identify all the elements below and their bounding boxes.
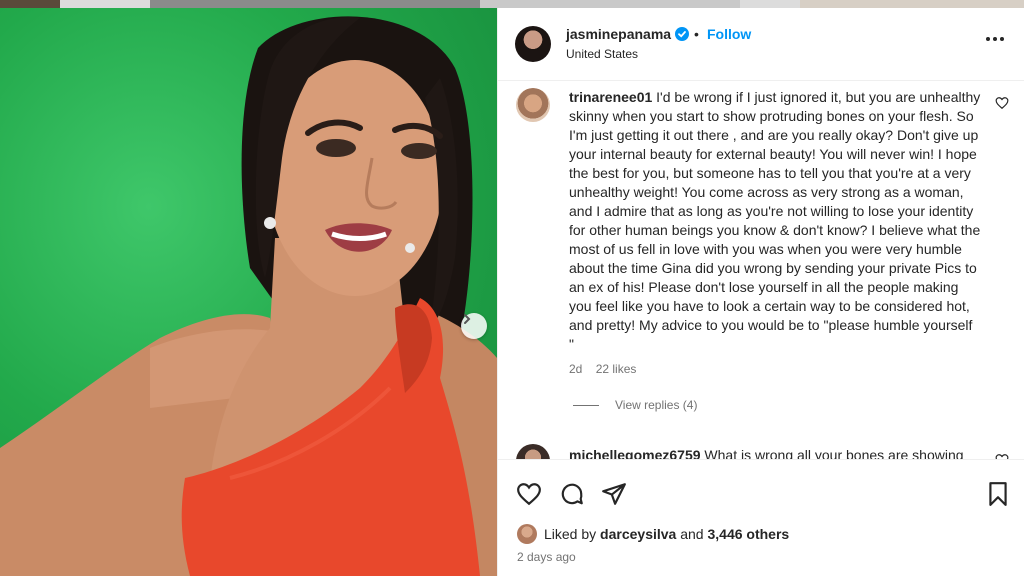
comment-icon[interactable] [559,481,585,507]
comment-age: 2d [569,362,583,376]
liked-others[interactable]: 3,446 others [707,526,789,542]
author-username[interactable]: jasminepanama [566,26,671,42]
comment-body: michellegomez6759 What is wrong all your… [569,446,989,459]
heart-icon[interactable] [516,481,542,507]
post-panel: jasminepanama • Follow United States tri… [497,8,1024,576]
comments-list: trinarenee01 I'd be wrong if I just igno… [498,82,1024,459]
commenter-username[interactable]: trinarenee01 [569,89,652,105]
comment-body: trinarenee01 I'd be wrong if I just igno… [569,88,981,354]
verified-badge-icon [675,27,689,41]
likes-summary: Liked by darceysilva and 3,446 others [544,526,789,542]
chevron-right-icon [464,314,471,324]
liker-avatar[interactable] [517,524,537,544]
liked-by-prefix: Liked by [544,526,597,542]
replies-divider [573,404,599,406]
follow-button[interactable]: Follow [707,26,751,42]
separator-dot: • [694,26,699,42]
view-replies-button[interactable]: View replies (4) [573,398,697,412]
liked-by-user[interactable]: darceysilva [600,526,676,542]
comment-like-icon[interactable] [995,96,1009,110]
commenter-avatar[interactable] [516,444,550,459]
liked-and: and [680,526,704,542]
post-header: jasminepanama • Follow United States [498,8,1024,81]
author-avatar[interactable] [515,26,551,62]
post-date[interactable]: 2 days ago [517,550,576,564]
next-image-button[interactable] [461,313,487,339]
post-media [0,8,497,576]
post-location[interactable]: United States [566,47,638,61]
post-photo [0,16,497,576]
commenter-avatar[interactable] [516,88,550,122]
more-options-icon[interactable] [984,34,1006,44]
commenter-username[interactable]: michellegomez6759 [569,447,701,459]
comment-text: I'd be wrong if I just ignored it, but y… [569,89,981,352]
comment-meta: 2d 22 likes [569,362,646,376]
comment-text: What is wrong all your bones are showing [704,447,964,459]
top-background-strip [0,0,1024,8]
share-icon[interactable] [601,481,627,507]
post-actions: Liked by darceysilva and 3,446 others 2 … [498,459,1024,576]
comment-likes[interactable]: 22 likes [596,362,637,376]
bookmark-icon[interactable] [985,481,1011,507]
view-replies-label: View replies (4) [615,398,698,412]
